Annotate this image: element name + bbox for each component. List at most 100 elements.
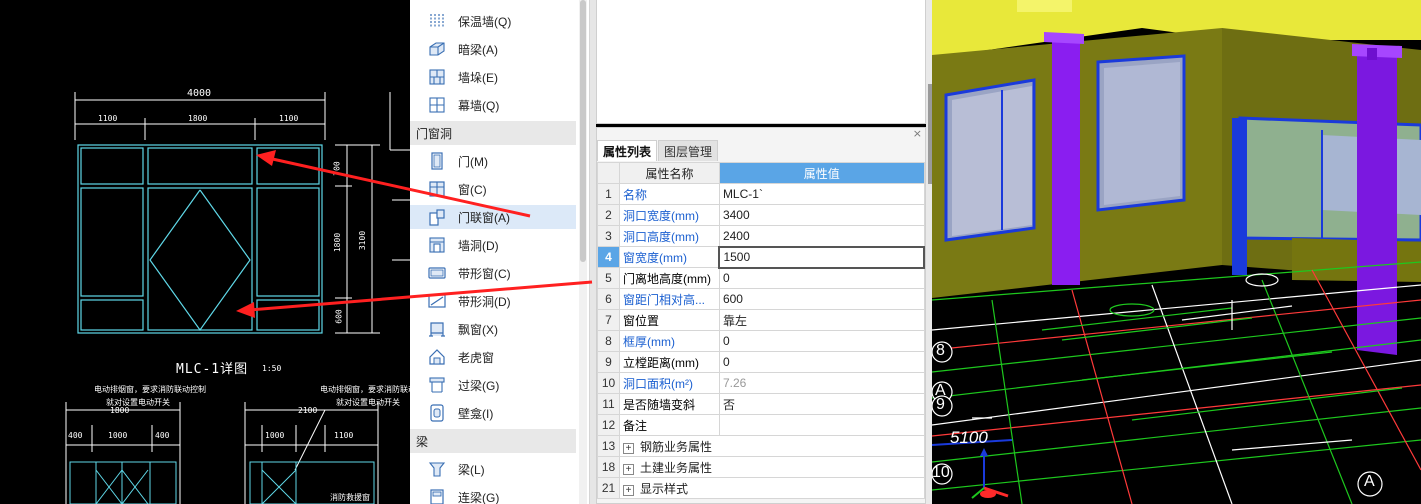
- table-row[interactable]: 7 窗位置 靠左: [597, 309, 925, 331]
- table-group-row[interactable]: 18 + 土建业务属性: [597, 456, 925, 478]
- tab-property-list[interactable]: 属性列表: [597, 140, 658, 161]
- table-row[interactable]: 8 框厚(mm) 0: [597, 330, 925, 352]
- property-name: 名称: [618, 183, 720, 205]
- menu-item-label: 门联窗(A): [458, 210, 510, 225]
- table-group-row[interactable]: 13 + 钢筋业务属性: [597, 435, 925, 457]
- expand-icon[interactable]: +: [622, 463, 634, 475]
- cad-dim-v-bottom: 600: [334, 309, 344, 324]
- menu-item-label: 保温墙(Q): [458, 14, 512, 29]
- property-value[interactable]: [718, 414, 925, 436]
- category-beam[interactable]: 梁: [410, 429, 576, 453]
- header-property-value: 属性值: [718, 162, 925, 184]
- menu-item-strip-window[interactable]: 带形窗(C): [410, 261, 576, 285]
- component-menu: 保温墙(Q) 暗梁(A) 墙垛(E) 幕墙(Q) 门窗洞 门(M) 窗(C) 门…: [410, 0, 590, 504]
- row-number: 1: [597, 183, 620, 205]
- table-row[interactable]: 12 备注: [597, 414, 925, 436]
- property-value[interactable]: 3400: [718, 204, 925, 226]
- table-row[interactable]: 1 名称 MLC-1`: [597, 183, 925, 205]
- property-name: 门离地高度(mm): [618, 267, 720, 289]
- table-row[interactable]: 5 门离地高度(mm) 0: [597, 267, 925, 289]
- menu-item-label: 暗梁(A): [458, 42, 498, 57]
- table-row[interactable]: 3 洞口高度(mm) 2400: [597, 225, 925, 247]
- property-value[interactable]: 0: [718, 351, 925, 373]
- table-row[interactable]: 2 洞口宽度(mm) 3400: [597, 204, 925, 226]
- cad-detail-scale: 1:50: [262, 364, 282, 373]
- table-row[interactable]: 6 窗距门相对高... 600: [597, 288, 925, 310]
- menu-item-beam[interactable]: 梁(L): [410, 457, 576, 481]
- strip-window-icon: [428, 264, 446, 282]
- property-value[interactable]: 0: [718, 330, 925, 352]
- cad-drawing-view[interactable]: 4000 1100 1800 1100 700 1800 3100 600 ML…: [0, 0, 410, 504]
- menu-item-strip-opening[interactable]: 带形洞(D): [410, 289, 576, 313]
- cad-linework: [65, 92, 410, 504]
- expand-icon[interactable]: +: [622, 442, 634, 454]
- menu-item-label: 连梁(G): [458, 490, 500, 504]
- property-value: 7.26: [718, 372, 925, 394]
- menu-scrollbar-thumb[interactable]: [580, 0, 586, 262]
- axis-label-8: 8: [936, 342, 945, 359]
- row-number: 12: [597, 414, 620, 436]
- cad-lower-dim-7: 1100: [334, 431, 354, 440]
- menu-item-curtain-wall[interactable]: 幕墙(Q): [410, 93, 576, 117]
- property-name: 是否随墙变斜: [618, 393, 720, 415]
- row-number: 4: [597, 246, 620, 268]
- menu-item-insulation-wall[interactable]: 保温墙(Q): [410, 9, 576, 33]
- table-row[interactable]: 10 洞口面积(m²) 7.26: [597, 372, 925, 394]
- cad-lower-dim-3: 1000: [108, 431, 128, 440]
- menu-item-door-window[interactable]: 门联窗(A): [410, 205, 576, 229]
- table-row[interactable]: 11 是否随墙变斜 否: [597, 393, 925, 415]
- beam-icon: [428, 460, 446, 478]
- property-value-editor[interactable]: 1500: [718, 245, 925, 269]
- lintel-icon: [428, 376, 446, 394]
- menu-item-wall-pier[interactable]: 墙垛(E): [410, 65, 576, 89]
- property-table-header: 属性名称 属性值: [597, 162, 925, 184]
- 3d-model-view[interactable]: 8 A 9 5100 10 A: [932, 0, 1421, 504]
- property-value[interactable]: 0: [718, 267, 925, 289]
- property-value[interactable]: MLC-1`: [718, 183, 925, 205]
- menu-item-dormer-window[interactable]: 老虎窗: [410, 345, 576, 369]
- property-value[interactable]: 靠左: [718, 309, 925, 331]
- dimension-5100: 5100: [950, 428, 988, 447]
- close-icon[interactable]: ×: [913, 127, 922, 140]
- menu-item-window[interactable]: 窗(C): [410, 177, 576, 201]
- cad-dim-v-top: 700: [332, 161, 342, 176]
- cad-lower-dim-5: 2100: [298, 406, 318, 415]
- row-number: 2: [597, 204, 620, 226]
- menu-item-niche[interactable]: 壁龛(I): [410, 401, 576, 425]
- menu-item-wall-opening[interactable]: 墙洞(D): [410, 233, 576, 257]
- menu-item-lintel[interactable]: 过梁(G): [410, 373, 576, 397]
- row-number: 7: [597, 309, 620, 331]
- cad-lower-dim-4: 400: [155, 431, 170, 440]
- property-name: 框厚(mm): [618, 330, 720, 352]
- upper-empty-panel: [596, 0, 926, 124]
- cad-dim-v-mid: 1800: [333, 232, 343, 253]
- table-group-row[interactable]: 21 + 显示样式: [597, 477, 925, 499]
- property-value[interactable]: 2400: [718, 225, 925, 247]
- curtain-wall-icon: [428, 96, 446, 114]
- row-number: 6: [597, 288, 620, 310]
- row-number: 21: [597, 477, 620, 499]
- menu-item-hidden-beam[interactable]: 暗梁(A): [410, 37, 576, 61]
- property-value[interactable]: 否: [718, 393, 925, 415]
- cad-dim-right: 1100: [279, 114, 299, 123]
- expand-icon[interactable]: +: [622, 484, 634, 496]
- cad-dim-v-total: 3100: [358, 230, 368, 251]
- cad-note-right-1: 电动排烟窗，要求消防联动: [320, 385, 410, 394]
- table-row[interactable]: 9 立樘距离(mm) 0: [597, 351, 925, 373]
- window-icon: [428, 180, 446, 198]
- property-name: 洞口面积(m²): [618, 372, 720, 394]
- tab-layer-management[interactable]: 图层管理: [658, 140, 719, 161]
- door-icon: [428, 152, 446, 170]
- menu-item-door[interactable]: 门(M): [410, 149, 576, 173]
- category-door-window-opening[interactable]: 门窗洞: [410, 121, 576, 145]
- group-cell: + 土建业务属性: [618, 456, 925, 478]
- cad-detail-title: MLC-1详图: [176, 362, 249, 377]
- row-number: 9: [597, 351, 620, 373]
- menu-item-bay-window[interactable]: 飘窗(X): [410, 317, 576, 341]
- cad-lower-dim-6: 1000: [265, 431, 285, 440]
- menu-item-coupling-beam[interactable]: 连梁(G): [410, 485, 576, 504]
- table-row-selected[interactable]: 4 窗宽度(mm) 1500: [597, 245, 925, 269]
- menu-item-label: 带形洞(D): [458, 294, 511, 309]
- property-name: 窗位置: [618, 309, 720, 331]
- property-value[interactable]: 600: [718, 288, 925, 310]
